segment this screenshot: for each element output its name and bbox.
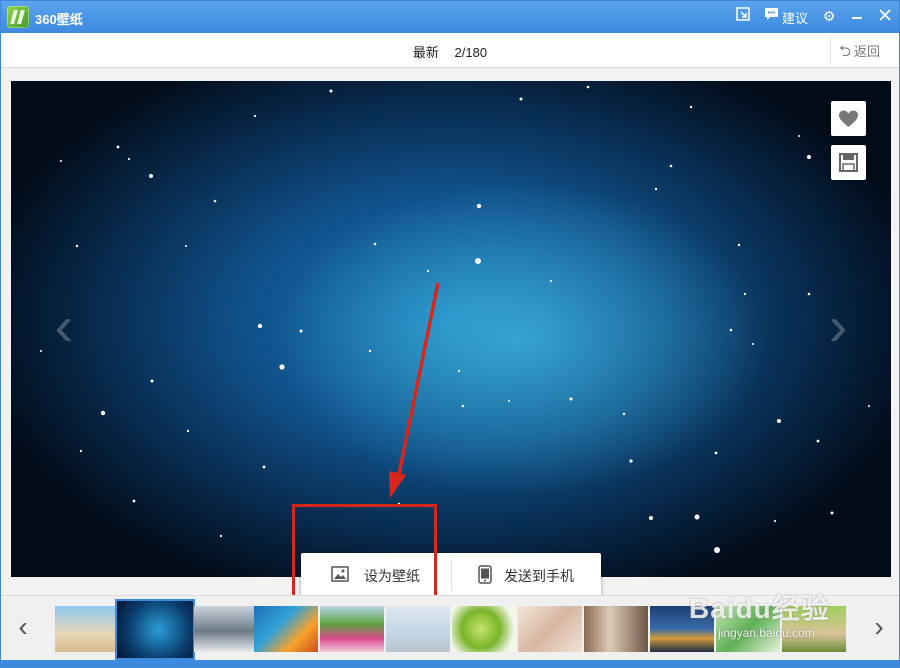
- phone-icon: [478, 565, 492, 584]
- thumb-window-girl[interactable]: [584, 606, 648, 652]
- wallpaper-preview: ‹ ›: [11, 81, 891, 577]
- send-to-phone-label: 发送到手机: [504, 568, 574, 584]
- app-title: 360壁纸: [35, 12, 83, 27]
- thumb-lime[interactable]: [452, 606, 516, 652]
- status-bar: [1, 660, 899, 666]
- annotation-highlight-box: [292, 504, 437, 602]
- thumb-flowers[interactable]: [320, 606, 384, 652]
- prev-image-arrow[interactable]: ‹: [53, 291, 75, 361]
- back-label: 返回: [854, 44, 881, 59]
- mini-mode-icon[interactable]: [734, 7, 752, 25]
- favorite-button[interactable]: [831, 101, 866, 136]
- toolbar-center: 最新 2/180: [1, 42, 899, 61]
- send-to-phone-button[interactable]: 发送到手机: [452, 553, 602, 597]
- close-icon[interactable]: [876, 7, 894, 25]
- title-bar: 360壁纸 建议 ⚙: [1, 1, 899, 33]
- thumb-starry-sky[interactable]: [115, 599, 195, 660]
- thumb-sleeping[interactable]: [518, 606, 582, 652]
- app-logo-icon: [7, 6, 29, 28]
- thumb-snowy-mountain[interactable]: [194, 606, 258, 652]
- category-label: 最新: [412, 45, 439, 60]
- thumb-girl-beach[interactable]: [386, 606, 450, 652]
- strip-next-arrow[interactable]: ›: [869, 612, 889, 642]
- thumb-statue[interactable]: [55, 606, 119, 652]
- thumb-coral-reef[interactable]: [254, 606, 318, 652]
- save-button[interactable]: [831, 145, 866, 180]
- heart-icon: [839, 110, 858, 127]
- suggest-button[interactable]: 建议: [782, 8, 808, 27]
- next-image-arrow[interactable]: ›: [827, 291, 849, 361]
- starfield: [40, 85, 870, 553]
- suggest-icon[interactable]: [762, 7, 780, 25]
- page-counter: 2/180: [454, 45, 488, 60]
- gear-icon[interactable]: ⚙: [820, 7, 838, 25]
- toolbar: 最新 2/180 ⮌ 返回: [1, 33, 899, 68]
- divider: [830, 37, 831, 63]
- back-button[interactable]: ⮌ 返回: [839, 41, 880, 66]
- save-icon: [839, 153, 858, 172]
- back-arrow-icon: ⮌: [839, 43, 852, 60]
- watermark-url: jingyan.baidu.com: [718, 626, 815, 640]
- minimize-icon[interactable]: [848, 7, 866, 25]
- app-window: 360壁纸 建议 ⚙ 最新 2/180 ⮌ 返回 ‹ › 设为壁纸 发送到手机 …: [0, 0, 900, 667]
- watermark-logo: Baidu经验: [689, 593, 830, 624]
- strip-prev-arrow[interactable]: ‹: [13, 612, 33, 642]
